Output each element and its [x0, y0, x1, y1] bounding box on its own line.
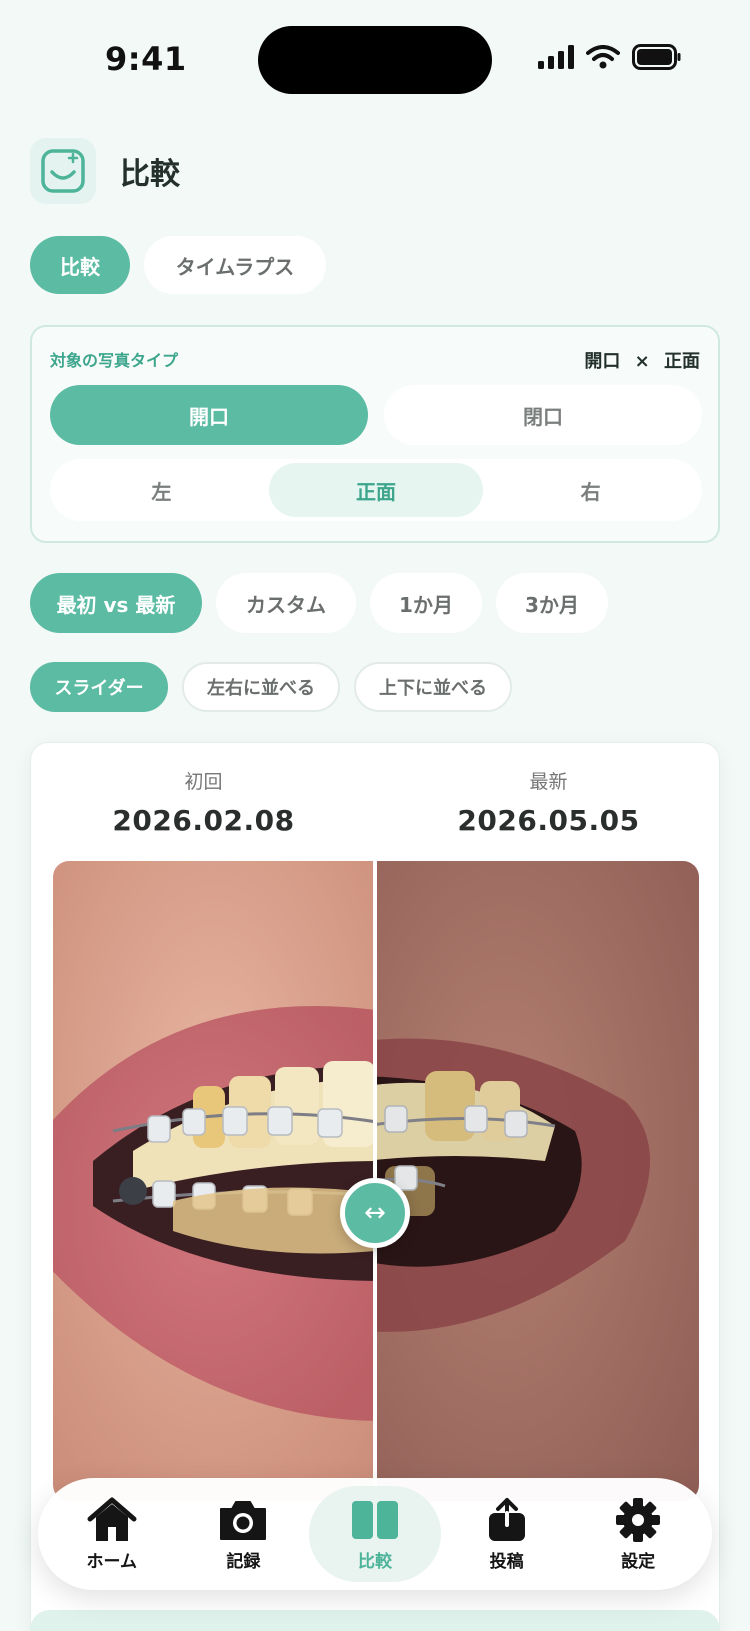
mouth-selector: 開口 閉口: [50, 385, 702, 445]
dynamic-island: [258, 26, 492, 94]
view-side-by-side[interactable]: 左右に並べる: [182, 662, 340, 712]
summary-angle: 正面: [664, 351, 700, 372]
option-mouth-closed[interactable]: 閉口: [384, 385, 702, 445]
bottom-sheet-peek: [30, 1610, 720, 1631]
range-first-vs-latest[interactable]: 最初 vs 最新: [30, 573, 202, 633]
latest-photo-header: 最新 2026.05.05: [376, 767, 719, 837]
home-icon: [87, 1497, 137, 1541]
tab-post[interactable]: 投稿: [441, 1486, 573, 1582]
status-time: 9:41: [105, 40, 187, 78]
latest-caption: 最新: [529, 771, 568, 793]
range-custom[interactable]: カスタム: [216, 573, 356, 633]
range-1-month[interactable]: 1か月: [370, 573, 482, 633]
page-title: 比較: [120, 157, 180, 192]
option-mouth-open[interactable]: 開口: [50, 385, 368, 445]
range-tabs: 最初 vs 最新 カスタム 1か月 3か月: [30, 573, 608, 633]
tab-home-label: ホーム: [86, 1551, 138, 1572]
tab-post-label: 投稿: [489, 1551, 524, 1572]
view-tabs: スライダー 左右に並べる 上下に並べる: [30, 662, 512, 712]
angle-selector: 左 正面 右: [50, 459, 702, 521]
first-caption: 初回: [184, 771, 223, 793]
summary-separator: ×: [634, 351, 650, 372]
camera-icon: [220, 1500, 267, 1540]
tab-settings-label: 設定: [621, 1551, 656, 1572]
app-header: 比較: [30, 138, 180, 204]
tab-bar: ホーム 記録 比較 投稿 設定: [38, 1478, 712, 1590]
first-photo: [53, 861, 375, 1501]
summary-mouth: 開口: [584, 351, 621, 372]
status-bar: 9:41: [0, 0, 750, 120]
latest-date: 2026.05.05: [457, 804, 640, 837]
tab-compare-label: 比較: [357, 1551, 392, 1572]
tab-compare[interactable]: 比較: [30, 236, 130, 294]
first-photo-header: 初回 2026.02.08: [31, 767, 376, 837]
range-3-months[interactable]: 3か月: [496, 573, 608, 633]
option-angle-right[interactable]: 右: [483, 463, 698, 517]
tab-compare-nav[interactable]: 比較: [309, 1486, 441, 1582]
photo-type-summary: 開口 × 正面: [576, 347, 700, 373]
tab-record-label: 記録: [226, 1551, 261, 1572]
gear-icon: [616, 1497, 661, 1542]
share-icon: [488, 1497, 525, 1541]
tab-timelapse[interactable]: タイムラプス: [144, 236, 326, 294]
photo-type-card: 対象の写真タイプ 開口 × 正面 開口 閉口 左 正面 右: [30, 325, 720, 543]
first-date: 2026.02.08: [112, 804, 295, 837]
status-icons: [538, 44, 682, 70]
slider-handle[interactable]: ↔: [340, 1178, 410, 1248]
compare-icon: [351, 1500, 398, 1539]
tab-home[interactable]: ホーム: [46, 1486, 178, 1582]
latest-photo: [375, 861, 699, 1501]
view-slider[interactable]: スライダー: [30, 662, 168, 712]
smile-logo-icon: [30, 138, 96, 204]
cellular-signal-icon: [538, 45, 574, 69]
mode-tabs: 比較 タイムラプス: [30, 236, 326, 294]
option-angle-left[interactable]: 左: [54, 463, 269, 517]
battery-icon: [632, 44, 681, 70]
wifi-icon: [586, 45, 620, 69]
option-angle-front[interactable]: 正面: [268, 463, 484, 517]
comparison-photo[interactable]: ↔: [53, 861, 699, 1501]
view-top-bottom[interactable]: 上下に並べる: [354, 662, 512, 712]
photo-type-label: 対象の写真タイプ: [50, 351, 179, 370]
tab-record[interactable]: 記録: [178, 1486, 310, 1582]
left-right-arrow-icon: ↔: [364, 1198, 386, 1228]
tab-settings[interactable]: 設定: [572, 1486, 704, 1582]
